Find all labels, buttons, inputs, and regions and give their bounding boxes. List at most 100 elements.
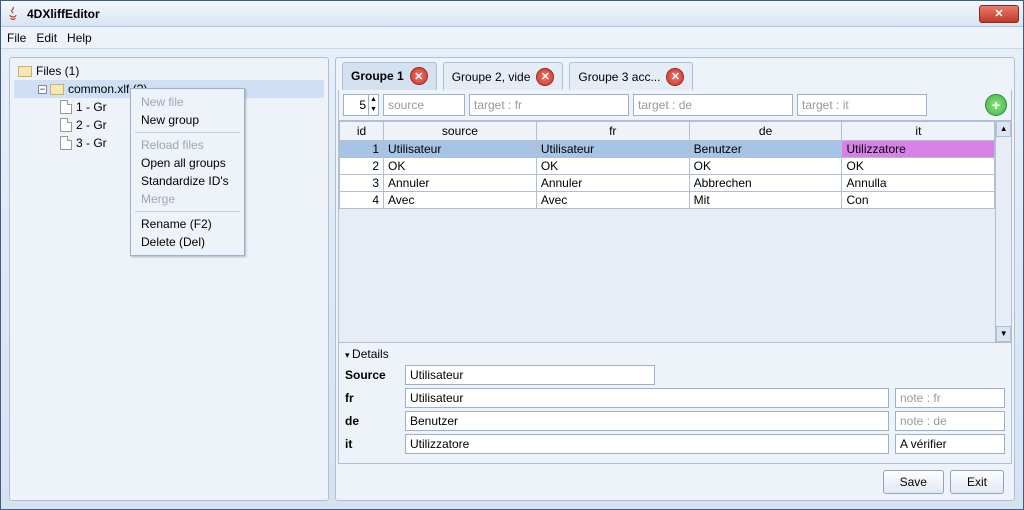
- cell-it[interactable]: Con: [842, 192, 995, 209]
- details-panel: Details Source fr de it: [338, 343, 1012, 464]
- tab-group-3[interactable]: Groupe 3 acc... ✕: [569, 62, 693, 90]
- scroll-down-icon[interactable]: ▼: [996, 326, 1011, 342]
- cell-id[interactable]: 4: [340, 192, 384, 209]
- tree-group-label: 1 - Gr: [76, 100, 107, 114]
- cell-id[interactable]: 3: [340, 175, 384, 192]
- file-tree-panel: Files (1) − common.xlf (?) 1 - Gr 2 - Gr: [9, 57, 329, 501]
- table-row[interactable]: 4 Avec Avec Mit Con: [340, 192, 995, 209]
- col-header-it[interactable]: it: [842, 122, 995, 141]
- tree-root-label: Files (1): [36, 64, 79, 78]
- table-row[interactable]: 1 Utilisateur Utilisateur Benutzer Utili…: [340, 141, 995, 158]
- menu-separator: [135, 211, 240, 212]
- menu-item-delete[interactable]: Delete (Del): [131, 233, 244, 251]
- tab-group-1[interactable]: Groupe 1 ✕: [342, 62, 437, 90]
- details-it-input[interactable]: [405, 434, 889, 454]
- details-fr-note-input[interactable]: [895, 388, 1005, 408]
- cell-it[interactable]: Utilizzatore: [842, 141, 995, 158]
- footer: Save Exit: [338, 464, 1012, 498]
- filter-it-input[interactable]: [797, 94, 927, 116]
- folder-icon: [18, 66, 32, 77]
- cell-de[interactable]: Abbrechen: [689, 175, 842, 192]
- tab-group-2[interactable]: Groupe 2, vide ✕: [443, 62, 564, 90]
- menu-help[interactable]: Help: [67, 31, 92, 45]
- content-area: Files (1) − common.xlf (?) 1 - Gr 2 - Gr: [1, 49, 1023, 509]
- tree-group-label: 2 - Gr: [76, 118, 107, 132]
- col-header-de[interactable]: de: [689, 122, 842, 141]
- spinner-down-icon[interactable]: ▼: [368, 105, 378, 115]
- col-header-fr[interactable]: fr: [536, 122, 689, 141]
- menu-item-open-all-groups[interactable]: Open all groups: [131, 154, 244, 172]
- details-de-note-input[interactable]: [895, 411, 1005, 431]
- translation-grid[interactable]: id source fr de it 1 Utilisateur Utilisa…: [339, 121, 995, 209]
- cell-de[interactable]: Benutzer: [689, 141, 842, 158]
- cell-source[interactable]: Annuler: [384, 175, 537, 192]
- tab-label: Groupe 1: [351, 69, 404, 83]
- details-label-fr: fr: [345, 391, 399, 405]
- tree-root[interactable]: Files (1): [14, 62, 324, 80]
- filter-row: ▲ ▼ +: [338, 90, 1012, 121]
- add-row-button[interactable]: +: [985, 94, 1007, 116]
- menu-item-new-file[interactable]: New file: [131, 93, 244, 111]
- menubar: File Edit Help: [1, 27, 1023, 49]
- filter-source-input[interactable]: [383, 94, 465, 116]
- menu-item-standardize-ids[interactable]: Standardize ID's: [131, 172, 244, 190]
- tab-close-icon[interactable]: ✕: [666, 68, 684, 86]
- details-title[interactable]: Details: [345, 347, 1005, 361]
- id-spinner-input[interactable]: [344, 98, 368, 112]
- details-label-it: it: [345, 437, 399, 451]
- cell-fr[interactable]: Annuler: [536, 175, 689, 192]
- cell-it[interactable]: Annulla: [842, 175, 995, 192]
- details-fr-input[interactable]: [405, 388, 889, 408]
- exit-button[interactable]: Exit: [950, 470, 1004, 494]
- vertical-scrollbar[interactable]: ▲ ▼: [995, 121, 1011, 342]
- cell-it[interactable]: OK: [842, 158, 995, 175]
- col-header-source[interactable]: source: [384, 122, 537, 141]
- file-icon: [60, 100, 72, 114]
- save-button[interactable]: Save: [883, 470, 944, 494]
- menu-item-new-group[interactable]: New group: [131, 111, 244, 129]
- col-header-id[interactable]: id: [340, 122, 384, 141]
- details-de-input[interactable]: [405, 411, 889, 431]
- menu-edit[interactable]: Edit: [36, 31, 57, 45]
- menu-file[interactable]: File: [7, 31, 26, 45]
- group-tabs: Groupe 1 ✕ Groupe 2, vide ✕ Groupe 3 acc…: [338, 60, 1012, 90]
- details-it-note-input[interactable]: [895, 434, 1005, 454]
- collapse-icon[interactable]: −: [38, 85, 47, 94]
- filter-de-input[interactable]: [633, 94, 793, 116]
- id-spinner[interactable]: ▲ ▼: [343, 94, 379, 116]
- spinner-up-icon[interactable]: ▲: [368, 95, 378, 105]
- cell-id[interactable]: 2: [340, 158, 384, 175]
- editor-panel: Groupe 1 ✕ Groupe 2, vide ✕ Groupe 3 acc…: [335, 57, 1015, 501]
- cell-fr[interactable]: Avec: [536, 192, 689, 209]
- file-icon: [60, 136, 72, 150]
- tab-close-icon[interactable]: ✕: [536, 68, 554, 86]
- details-label-source: Source: [345, 368, 399, 382]
- cell-fr[interactable]: OK: [536, 158, 689, 175]
- menu-separator: [135, 132, 240, 133]
- titlebar: 4DXliffEditor ✕: [1, 1, 1023, 27]
- cell-source[interactable]: OK: [384, 158, 537, 175]
- menu-item-rename[interactable]: Rename (F2): [131, 215, 244, 233]
- tab-close-icon[interactable]: ✕: [410, 67, 428, 85]
- table-row[interactable]: 2 OK OK OK OK: [340, 158, 995, 175]
- menu-item-reload-files[interactable]: Reload files: [131, 136, 244, 154]
- java-icon: [5, 6, 21, 22]
- table-row[interactable]: 3 Annuler Annuler Abbrechen Annulla: [340, 175, 995, 192]
- cell-de[interactable]: OK: [689, 158, 842, 175]
- app-window: 4DXliffEditor ✕ File Edit Help Files (1)…: [0, 0, 1024, 510]
- cell-source[interactable]: Utilisateur: [384, 141, 537, 158]
- window-close-button[interactable]: ✕: [979, 5, 1019, 23]
- scroll-up-icon[interactable]: ▲: [996, 121, 1011, 137]
- cell-de[interactable]: Mit: [689, 192, 842, 209]
- tab-label: Groupe 2, vide: [452, 70, 531, 84]
- window-title: 4DXliffEditor: [27, 7, 979, 21]
- tree-group-label: 3 - Gr: [76, 136, 107, 150]
- filter-fr-input[interactable]: [469, 94, 629, 116]
- grid-wrap: id source fr de it 1 Utilisateur Utilisa…: [338, 121, 1012, 343]
- cell-source[interactable]: Avec: [384, 192, 537, 209]
- menu-item-merge[interactable]: Merge: [131, 190, 244, 208]
- details-source-input[interactable]: [405, 365, 655, 385]
- cell-fr[interactable]: Utilisateur: [536, 141, 689, 158]
- cell-id[interactable]: 1: [340, 141, 384, 158]
- tab-label: Groupe 3 acc...: [578, 70, 660, 84]
